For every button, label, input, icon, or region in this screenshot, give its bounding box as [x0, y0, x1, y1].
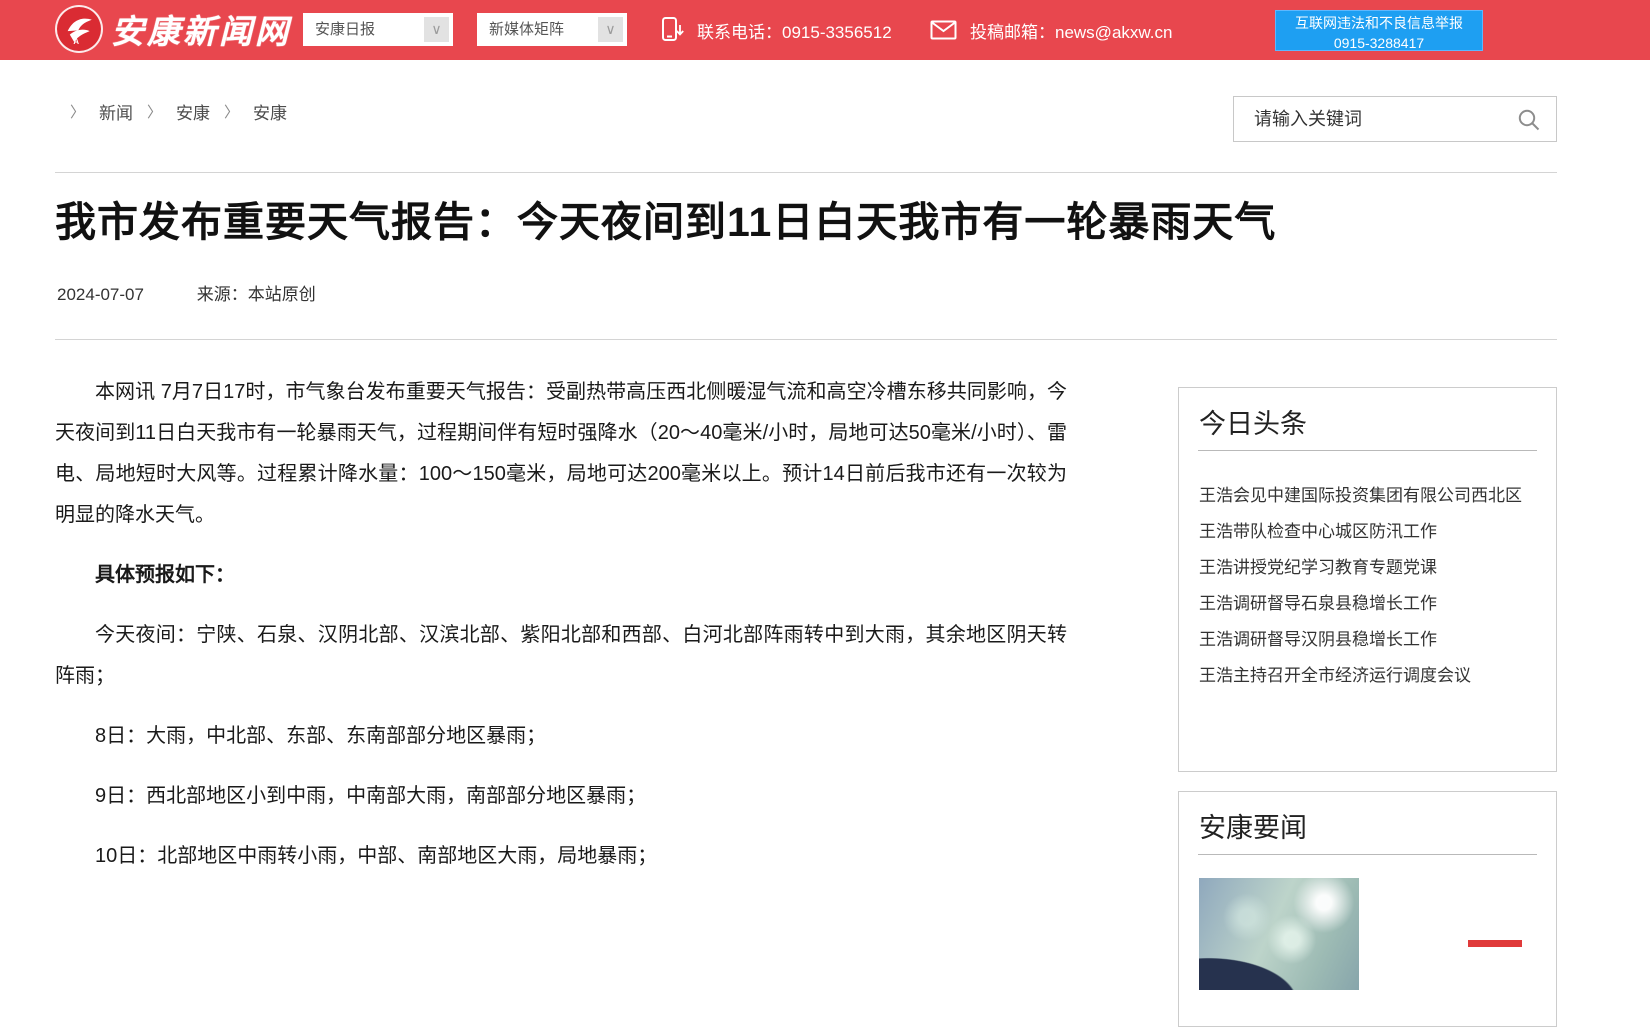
site-logo[interactable]: A 安康新闻网	[55, 5, 291, 53]
search-input[interactable]	[1234, 97, 1524, 141]
article-paragraph: 10日：北部地区中雨转小雨，中部、南部地区大雨，局地暴雨；	[55, 836, 1067, 877]
panel-title-today-headlines: 今日头条	[1199, 402, 1536, 441]
dropdown-media-matrix[interactable]: 新媒体矩阵 ∨	[477, 13, 627, 46]
phone-icon	[660, 16, 684, 44]
top-header-bar: A 安康新闻网 安康日报 ∨ 新媒体矩阵 ∨ 联系电话：0915-3356512	[0, 0, 1650, 60]
chevron-down-icon: ∨	[598, 17, 623, 42]
contact-email-label: 投稿邮箱：news@akxw.cn	[970, 18, 1172, 43]
dropdown-label: 新媒体矩阵	[489, 13, 564, 46]
chevron-right-icon: 〉	[70, 101, 85, 122]
article-title: 我市发布重要天气报告：今天夜间到11日白天我市有一轮暴雨天气	[55, 188, 1405, 248]
news-thumbnails: 要闻	[1199, 878, 1536, 990]
chevron-right-icon: 〉	[224, 101, 239, 122]
headline-item[interactable]: 王浩调研督导石泉县稳增长工作	[1199, 586, 1536, 622]
chevron-down-icon: ∨	[424, 17, 449, 42]
headline-item[interactable]: 王浩会见中建国际投资集团有限公司西北区	[1199, 478, 1536, 514]
panel-divider	[1198, 450, 1537, 451]
article-paragraph: 今天夜间：宁陕、石泉、汉阴北部、汉滨北部、紫阳北部和西部、白河北部阵雨转中到大雨…	[55, 615, 1067, 697]
banner-label: 要闻	[1462, 902, 1524, 941]
dropdown-label: 安康日报	[315, 13, 375, 46]
headline-item[interactable]: 王浩讲授党纪学习教育专题党课	[1199, 550, 1536, 586]
breadcrumb-item-news[interactable]: 新闻	[99, 99, 133, 124]
panel-divider	[1198, 854, 1537, 855]
news-thumbnail-rain-photo[interactable]	[1199, 878, 1359, 990]
article-body: 本网讯 7月7日17时，市气象台发布重要天气报告：受副热带高压西北侧暖湿气流和高…	[55, 372, 1067, 896]
site-logo-text: 安康新闻网	[111, 5, 291, 53]
divider	[55, 172, 1557, 173]
article-date: 2024-07-07	[57, 285, 144, 304]
contact-email: 投稿邮箱：news@akxw.cn	[930, 0, 1172, 60]
site-logo-bird-icon: A	[55, 5, 103, 53]
article-paragraph: 9日：西北部地区小到中雨，中南部大雨，南部部分地区暴雨；	[55, 776, 1067, 817]
headline-item[interactable]: 王浩带队检查中心城区防汛工作	[1199, 514, 1536, 550]
today-headlines-panel: 今日头条 王浩会见中建国际投资集团有限公司西北区 王浩带队检查中心城区防汛工作 …	[1178, 387, 1557, 772]
svg-text:A: A	[73, 37, 79, 46]
illegal-report-button[interactable]: 互联网违法和不良信息举报 0915-3288417	[1275, 10, 1483, 51]
panel-title-ankang-news: 安康要闻	[1199, 806, 1536, 845]
banner-red-bar	[1468, 940, 1522, 947]
news-thumbnail-banner[interactable]: 要闻	[1373, 878, 1536, 990]
chevron-right-icon: 〉	[147, 101, 162, 122]
divider	[55, 339, 1557, 340]
report-button-line1: 互联网违法和不良信息举报	[1276, 14, 1482, 34]
article-source: 来源：本站原创	[197, 285, 316, 304]
headline-list: 王浩会见中建国际投资集团有限公司西北区 王浩带队检查中心城区防汛工作 王浩讲授党…	[1179, 478, 1556, 694]
mail-icon	[930, 20, 957, 40]
article-paragraph: 8日：大雨，中北部、东部、东南部部分地区暴雨；	[55, 716, 1067, 757]
search-icon[interactable]	[1517, 108, 1541, 132]
article-paragraph-forecast-heading: 具体预报如下：	[55, 555, 1067, 596]
breadcrumb-item-ankang[interactable]: 安康	[176, 99, 210, 124]
article-meta: 2024-07-07 来源：本站原创	[57, 280, 316, 305]
report-button-line2: 0915-3288417	[1276, 34, 1482, 54]
breadcrumb-item-ankang-2[interactable]: 安康	[253, 99, 287, 124]
contact-phone-label: 联系电话：0915-3356512	[697, 18, 892, 43]
headline-item[interactable]: 王浩调研督导汉阴县稳增长工作	[1199, 622, 1536, 658]
headline-item[interactable]: 王浩主持召开全市经济运行调度会议	[1199, 658, 1536, 694]
ankang-news-panel: 安康要闻 要闻	[1178, 791, 1557, 1027]
search-box	[1233, 96, 1557, 142]
article-paragraph: 本网讯 7月7日17时，市气象台发布重要天气报告：受副热带高压西北侧暖湿气流和高…	[55, 372, 1067, 536]
dropdown-ankang-daily[interactable]: 安康日报 ∨	[303, 13, 453, 46]
breadcrumb: 〉 新闻 〉 安康 〉 安康	[70, 99, 287, 124]
contact-phone: 联系电话：0915-3356512	[660, 0, 892, 60]
